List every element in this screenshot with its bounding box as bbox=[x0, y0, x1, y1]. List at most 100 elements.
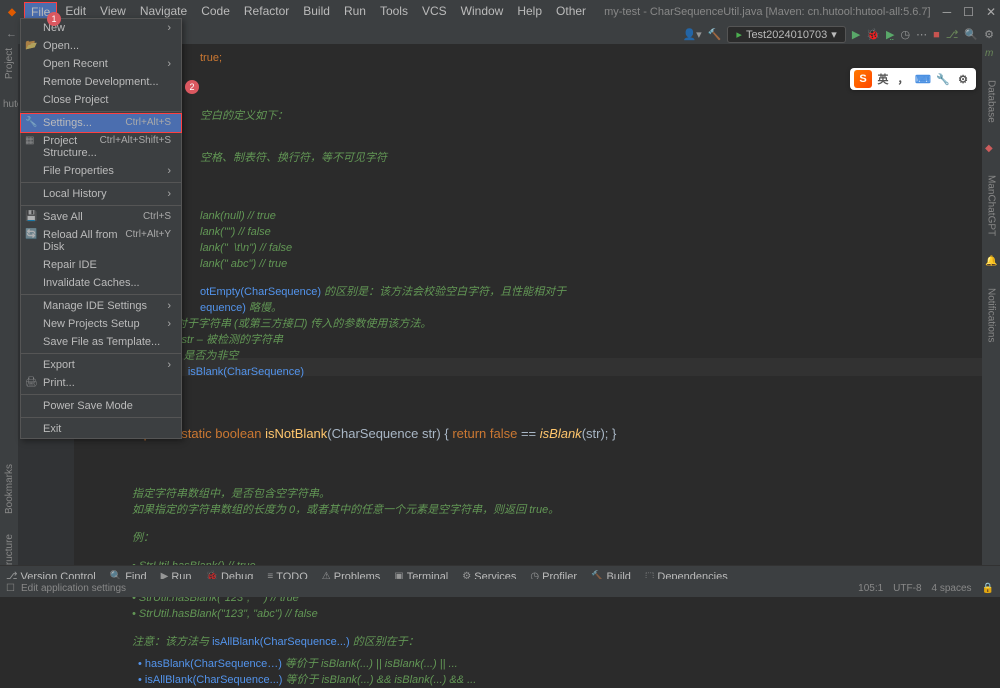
menu-invalidate-caches[interactable]: Invalidate Caches... bbox=[21, 274, 181, 292]
ime-logo-icon[interactable]: S bbox=[854, 70, 872, 88]
tool-maven[interactable]: ManChatGPT bbox=[986, 175, 997, 236]
menu-export[interactable]: Export› bbox=[21, 356, 181, 374]
fn-arg: (str) bbox=[582, 426, 605, 441]
tool-notifications[interactable]: Notifications bbox=[986, 288, 997, 342]
menu-save-all[interactable]: 💾Save AllCtrl+S bbox=[21, 208, 181, 226]
menu-run[interactable]: Run bbox=[338, 2, 372, 22]
run-config-label: Test2024010703 bbox=[746, 29, 827, 41]
profiler-icon[interactable]: ◷ bbox=[900, 28, 910, 41]
run-icon[interactable]: ▶ bbox=[852, 28, 860, 41]
window-title: my-test - CharSequenceUtil.java [Maven: … bbox=[592, 6, 943, 18]
menu-close-project[interactable]: Close Project bbox=[21, 91, 181, 109]
ime-lang-toggle[interactable]: 英 bbox=[874, 70, 892, 88]
menu-file-properties[interactable]: File Properties› bbox=[21, 162, 181, 180]
bell-icon[interactable]: 🔔 bbox=[985, 256, 997, 268]
menu-exit[interactable]: Exit bbox=[21, 420, 181, 438]
doc-text: 等价于 isBlank(...) && isBlank(...) && ... bbox=[282, 674, 476, 686]
m-icon[interactable]: m bbox=[985, 48, 997, 60]
attach-icon[interactable]: ⋯ bbox=[916, 28, 927, 41]
kw-static: static bbox=[181, 426, 211, 441]
tool-project[interactable]: Project bbox=[4, 48, 15, 79]
menu-local-history[interactable]: Local History› bbox=[21, 185, 181, 203]
wrench-icon: 🔧 bbox=[25, 117, 37, 128]
op-eq: == bbox=[521, 426, 540, 441]
menu-other[interactable]: Other bbox=[550, 2, 592, 22]
menu-build[interactable]: Build bbox=[297, 2, 336, 22]
doc-text: 指定字符串数组中，是否包含空字符串。 bbox=[132, 488, 330, 500]
ime-tool-icon[interactable]: 🔧 bbox=[934, 70, 952, 88]
ime-keyboard-icon[interactable]: ⌨ bbox=[914, 70, 932, 88]
menu-open[interactable]: 📂Open... bbox=[21, 37, 181, 55]
menu-project-structure[interactable]: ▦Project Structure...Ctrl+Alt+Shift+S bbox=[21, 132, 181, 162]
menu-vcs[interactable]: VCS bbox=[416, 2, 453, 22]
menu-save-as-template[interactable]: Save File as Template... bbox=[21, 333, 181, 351]
user-icon[interactable]: 👤▾ bbox=[682, 28, 701, 41]
menu-tools[interactable]: Tools bbox=[374, 2, 414, 22]
doc-text: 如果指定的字符串数组的长度为 0，或者其中的任意一个元素是空字符串，则返回 tr… bbox=[132, 504, 559, 516]
menu-new[interactable]: New› bbox=[21, 19, 181, 37]
menu-open-recent[interactable]: Open Recent› bbox=[21, 55, 181, 73]
doc-text: lank(" \t\n") // false bbox=[200, 242, 292, 254]
fn-sig: (CharSequence str) bbox=[327, 426, 440, 441]
menu-window[interactable]: Window bbox=[455, 2, 510, 22]
tool-bookmarks[interactable]: Bookmarks bbox=[4, 464, 15, 514]
status-encoding[interactable]: UTF-8 bbox=[893, 583, 921, 594]
ime-punct-toggle[interactable]: ， bbox=[894, 70, 912, 88]
maximize-icon[interactable]: ☐ bbox=[963, 5, 974, 19]
doc-link[interactable]: isAllBlank(CharSequence...) bbox=[212, 636, 350, 648]
stop-icon[interactable]: ■ bbox=[933, 29, 940, 41]
menu-code[interactable]: Code bbox=[195, 2, 236, 22]
brace-end: ; } bbox=[605, 426, 617, 441]
run-config-selector[interactable]: ▸ Test2024010703 ▾ bbox=[727, 26, 845, 43]
fn-name: isNotBlank bbox=[265, 426, 327, 441]
menu-settings[interactable]: 🔧Settings...Ctrl+Alt+S bbox=[21, 114, 181, 132]
menu-power-save[interactable]: Power Save Mode bbox=[21, 397, 181, 415]
doc-text: 注意：该方法与 bbox=[132, 636, 212, 648]
doc-link[interactable]: • isAllBlank(CharSequence...) bbox=[138, 674, 282, 686]
doc-link[interactable]: equence) bbox=[200, 302, 246, 314]
menu-print[interactable]: 🖨Print... bbox=[21, 374, 181, 392]
doc-text: 略慢。 bbox=[246, 302, 282, 314]
app-logo: ◆ bbox=[4, 4, 20, 20]
status-hint: Edit application settings bbox=[21, 583, 126, 594]
tool-database[interactable]: Database bbox=[986, 80, 997, 123]
close-icon[interactable]: ✕ bbox=[986, 5, 996, 19]
doc-text: str – 被检测的字符串 bbox=[175, 334, 283, 346]
reload-icon: 🔄 bbox=[25, 229, 37, 240]
ime-toolbar[interactable]: S 英 ， ⌨ 🔧 ⚙ bbox=[850, 68, 976, 90]
back-icon[interactable]: ← bbox=[6, 28, 20, 42]
git-icon[interactable]: ⎇ bbox=[946, 28, 959, 41]
menu-refactor[interactable]: Refactor bbox=[238, 2, 295, 22]
doc-text: 的区别在于： bbox=[350, 636, 419, 648]
menu-manage-ide-settings[interactable]: Manage IDE Settings› bbox=[21, 297, 181, 315]
debug-icon[interactable]: 🐞 bbox=[866, 28, 880, 41]
coverage-icon[interactable]: ▶̤ bbox=[886, 28, 894, 41]
doc-text: lank("") // false bbox=[200, 226, 271, 238]
ime-settings-icon[interactable]: ⚙ bbox=[954, 70, 972, 88]
settings-icon[interactable]: ⚙ bbox=[984, 28, 994, 41]
menu-help[interactable]: Help bbox=[511, 2, 548, 22]
folder-icon: 📂 bbox=[25, 40, 37, 51]
search-icon[interactable]: 🔍 bbox=[964, 28, 978, 41]
doc-text: 是否为非空 bbox=[177, 350, 238, 362]
menu-repair-ide[interactable]: Repair IDE bbox=[21, 256, 181, 274]
kw-boolean: boolean bbox=[215, 426, 261, 441]
file-menu-dropdown: New› 📂Open... Open Recent› Remote Develo… bbox=[20, 18, 182, 439]
build-icon[interactable]: 🔨 bbox=[708, 28, 722, 41]
doc-link[interactable]: otEmpty(CharSequence) bbox=[200, 286, 321, 298]
menu-new-projects-setup[interactable]: New Projects Setup› bbox=[21, 315, 181, 333]
doc-link[interactable]: isBlank(CharSequence) bbox=[182, 366, 304, 378]
maven-icon[interactable]: ◆ bbox=[985, 143, 997, 155]
minimize-icon[interactable]: ─ bbox=[943, 5, 952, 19]
doc-text: 等价于 isBlank(...) || isBlank(...) || ... bbox=[282, 658, 458, 670]
status-lock-icon[interactable]: 🔒 bbox=[982, 583, 994, 594]
doc-link[interactable]: • hasBlank(CharSequence…) bbox=[138, 658, 282, 670]
status-run-icon: ☐ bbox=[6, 583, 15, 594]
code-editor[interactable]: true; 空白的定义如下： 空格、制表符、换行符，等不可见字符 lank(nu… bbox=[90, 44, 982, 575]
status-position[interactable]: 105:1 bbox=[858, 583, 883, 594]
menu-reload-disk[interactable]: 🔄Reload All from DiskCtrl+Alt+Y bbox=[21, 226, 181, 256]
menu-remote-dev[interactable]: Remote Development... bbox=[21, 73, 181, 91]
fn-call: isBlank bbox=[540, 426, 582, 441]
status-indent[interactable]: 4 spaces bbox=[932, 583, 972, 594]
doc-text: lank(" abc") // true bbox=[200, 258, 287, 270]
